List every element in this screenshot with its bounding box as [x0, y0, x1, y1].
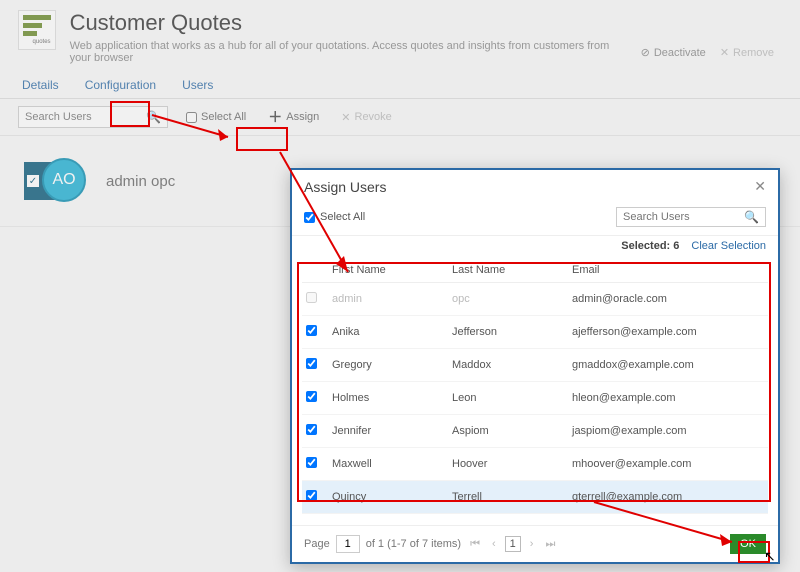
- cell-email: hleon@example.com: [572, 392, 764, 404]
- cell-first-name: Holmes: [332, 392, 452, 404]
- revoke-label: Revoke: [355, 111, 392, 123]
- modal-select-all-checkbox[interactable]: [304, 212, 315, 223]
- cell-last-name: opc: [452, 293, 572, 305]
- pager-next-icon[interactable]: ›: [527, 538, 537, 550]
- assign-users-modal: Assign Users ✕ Select All 🔍 Selected: 6 …: [290, 168, 780, 564]
- page-input[interactable]: [336, 535, 360, 553]
- page-header: quotes Customer Quotes Web application t…: [0, 0, 800, 68]
- remove-button[interactable]: ✕ Remove: [720, 46, 774, 59]
- search-users-box[interactable]: 🔍: [18, 106, 168, 128]
- page-of-text: of 1 (1-7 of 7 items): [366, 538, 461, 550]
- remove-label: Remove: [733, 47, 774, 59]
- deactivate-label: Deactivate: [654, 47, 706, 59]
- page-label: Page: [304, 538, 330, 550]
- search-icon: 🔍: [744, 210, 759, 224]
- pager-last-icon[interactable]: ⏭: [542, 538, 558, 551]
- cell-first-name: Anika: [332, 326, 452, 338]
- cell-email: qterrell@example.com: [572, 491, 764, 503]
- header-text: Customer Quotes Web application that wor…: [70, 10, 627, 64]
- deactivate-icon: ⊘: [641, 46, 650, 59]
- table-row[interactable]: HolmesLeonhleon@example.com: [302, 382, 768, 415]
- select-all-label: Select All: [201, 111, 246, 123]
- revoke-icon: ✕: [341, 111, 350, 124]
- table-row[interactable]: QuincyTerrellqterrell@example.com: [302, 481, 768, 514]
- table-row[interactable]: MaxwellHoovermhoover@example.com: [302, 448, 768, 481]
- row-checkbox[interactable]: [306, 457, 317, 468]
- pager-prev-icon[interactable]: ‹: [489, 538, 499, 550]
- cell-last-name: Maddox: [452, 359, 572, 371]
- user-table: First Name Last Name Email adminopcadmin…: [292, 258, 778, 525]
- ok-button[interactable]: OK: [730, 534, 766, 554]
- cell-last-name: Hoover: [452, 458, 572, 470]
- remove-icon: ✕: [720, 46, 729, 59]
- tabs: Details Configuration Users: [0, 68, 800, 99]
- avatar-wrap[interactable]: ✓ AO: [24, 156, 84, 206]
- search-input[interactable]: [25, 111, 146, 123]
- row-checkbox[interactable]: [306, 490, 317, 501]
- cell-email: mhoover@example.com: [572, 458, 764, 470]
- table-body: adminopcadmin@oracle.comAnikaJeffersonaj…: [302, 283, 768, 514]
- assign-label: Assign: [286, 111, 319, 123]
- cell-email: gmaddox@example.com: [572, 359, 764, 371]
- col-first-name: First Name: [332, 264, 452, 276]
- plus-icon: ＋: [268, 107, 282, 127]
- modal-select-all-label: Select All: [320, 211, 365, 223]
- modal-search-input[interactable]: [623, 211, 744, 223]
- avatar: AO: [42, 158, 86, 202]
- cell-first-name: admin: [332, 293, 452, 305]
- row-checkbox[interactable]: [306, 325, 317, 336]
- cell-first-name: Maxwell: [332, 458, 452, 470]
- col-email: Email: [572, 264, 764, 276]
- table-row[interactable]: GregoryMaddoxgmaddox@example.com: [302, 349, 768, 382]
- clear-selection-link[interactable]: Clear Selection: [691, 240, 766, 252]
- modal-title: Assign Users: [304, 179, 386, 195]
- user-name: admin opc: [106, 173, 175, 190]
- tab-details[interactable]: Details: [18, 74, 63, 98]
- pager-current: 1: [505, 536, 521, 552]
- cell-last-name: Aspiom: [452, 425, 572, 437]
- table-row[interactable]: JenniferAspiomjaspiom@example.com: [302, 415, 768, 448]
- modal-header: Assign Users ✕: [292, 170, 778, 201]
- table-row[interactable]: adminopcadmin@oracle.com: [302, 283, 768, 316]
- avatar-check-icon: ✓: [26, 174, 40, 188]
- row-checkbox[interactable]: [306, 391, 317, 402]
- pager-first-icon[interactable]: ⏮: [467, 538, 483, 551]
- deactivate-button[interactable]: ⊘ Deactivate: [641, 46, 706, 59]
- cell-first-name: Quincy: [332, 491, 452, 503]
- search-icon: 🔍: [146, 110, 161, 124]
- modal-footer: Page of 1 (1-7 of 7 items) ⏮ ‹ 1 › ⏭ OK: [292, 525, 778, 562]
- row-checkbox[interactable]: [306, 424, 317, 435]
- toolbar: 🔍 Select All ＋ Assign ✕ Revoke: [0, 99, 800, 136]
- cell-email: jaspiom@example.com: [572, 425, 764, 437]
- cell-email: admin@oracle.com: [572, 293, 764, 305]
- tab-configuration[interactable]: Configuration: [81, 74, 160, 98]
- col-last-name: Last Name: [452, 264, 572, 276]
- cell-last-name: Leon: [452, 392, 572, 404]
- cell-first-name: Gregory: [332, 359, 452, 371]
- select-all-toggle[interactable]: Select All: [182, 109, 250, 125]
- modal-toolbar: Select All 🔍: [292, 201, 778, 236]
- row-checkbox: [306, 292, 317, 303]
- header-actions: ⊘ Deactivate ✕ Remove: [641, 10, 782, 59]
- cell-last-name: Jefferson: [452, 326, 572, 338]
- page-title: Customer Quotes: [70, 10, 627, 36]
- select-all-checkbox[interactable]: [186, 112, 197, 123]
- cell-first-name: Jennifer: [332, 425, 452, 437]
- close-icon[interactable]: ✕: [754, 178, 766, 195]
- table-header: First Name Last Name Email: [302, 258, 768, 283]
- row-checkbox[interactable]: [306, 358, 317, 369]
- selected-count: Selected: 6: [621, 240, 679, 252]
- revoke-button[interactable]: ✕ Revoke: [337, 109, 396, 126]
- tab-users[interactable]: Users: [178, 74, 217, 98]
- table-row[interactable]: AnikaJeffersonajefferson@example.com: [302, 316, 768, 349]
- cell-email: ajefferson@example.com: [572, 326, 764, 338]
- cell-last-name: Terrell: [452, 491, 572, 503]
- modal-meta: Selected: 6 Clear Selection: [292, 236, 778, 258]
- page-subtitle: Web application that works as a hub for …: [70, 40, 627, 64]
- modal-select-all[interactable]: Select All: [304, 211, 365, 223]
- app-logo: quotes: [18, 10, 56, 50]
- modal-search-box[interactable]: 🔍: [616, 207, 766, 227]
- modal-search-wrap: 🔍: [616, 207, 766, 227]
- assign-button[interactable]: ＋ Assign: [264, 105, 323, 129]
